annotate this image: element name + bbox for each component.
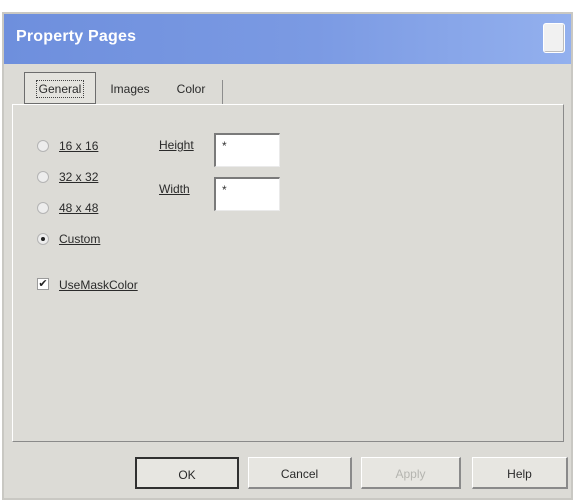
size-option-16-label: 16 x 16 (59, 139, 99, 153)
tab-color-label: Color (176, 82, 206, 96)
close-icon[interactable] (543, 23, 565, 53)
ok-button[interactable]: OK (135, 457, 239, 489)
tab-images[interactable]: Images (98, 74, 162, 104)
size-option-48-label: 48 x 48 (59, 201, 99, 215)
help-button[interactable]: Help (472, 457, 568, 489)
use-mask-color-checkbox[interactable]: ✔ (37, 278, 49, 290)
apply-button[interactable]: Apply (361, 457, 461, 489)
general-panel: 16 x 16 32 x 32 48 x 48 Custom Height * … (12, 104, 564, 442)
property-pages-dialog: Property Pages General Images Color 16 x… (2, 12, 573, 500)
height-label: Height (159, 138, 194, 152)
title-bar[interactable]: Property Pages (4, 14, 571, 64)
radio-custom[interactable] (37, 233, 49, 245)
tab-color[interactable]: Color (166, 74, 216, 104)
size-option-32-label: 32 x 32 (59, 170, 99, 184)
tab-divider (222, 80, 223, 104)
tab-general-label: General (35, 80, 85, 98)
tab-images-label: Images (110, 82, 150, 96)
radio-48[interactable] (37, 202, 49, 214)
height-field[interactable]: * (214, 133, 280, 167)
width-label: Width (159, 182, 190, 196)
size-option-custom-label: Custom (59, 232, 101, 246)
window-title: Property Pages (16, 28, 137, 45)
radio-16[interactable] (37, 140, 49, 152)
radio-32[interactable] (37, 171, 49, 183)
tab-general[interactable]: General (24, 72, 96, 104)
use-mask-color-label: UseMaskColor (59, 278, 138, 292)
cancel-button[interactable]: Cancel (248, 457, 352, 489)
width-field[interactable]: * (214, 177, 280, 211)
